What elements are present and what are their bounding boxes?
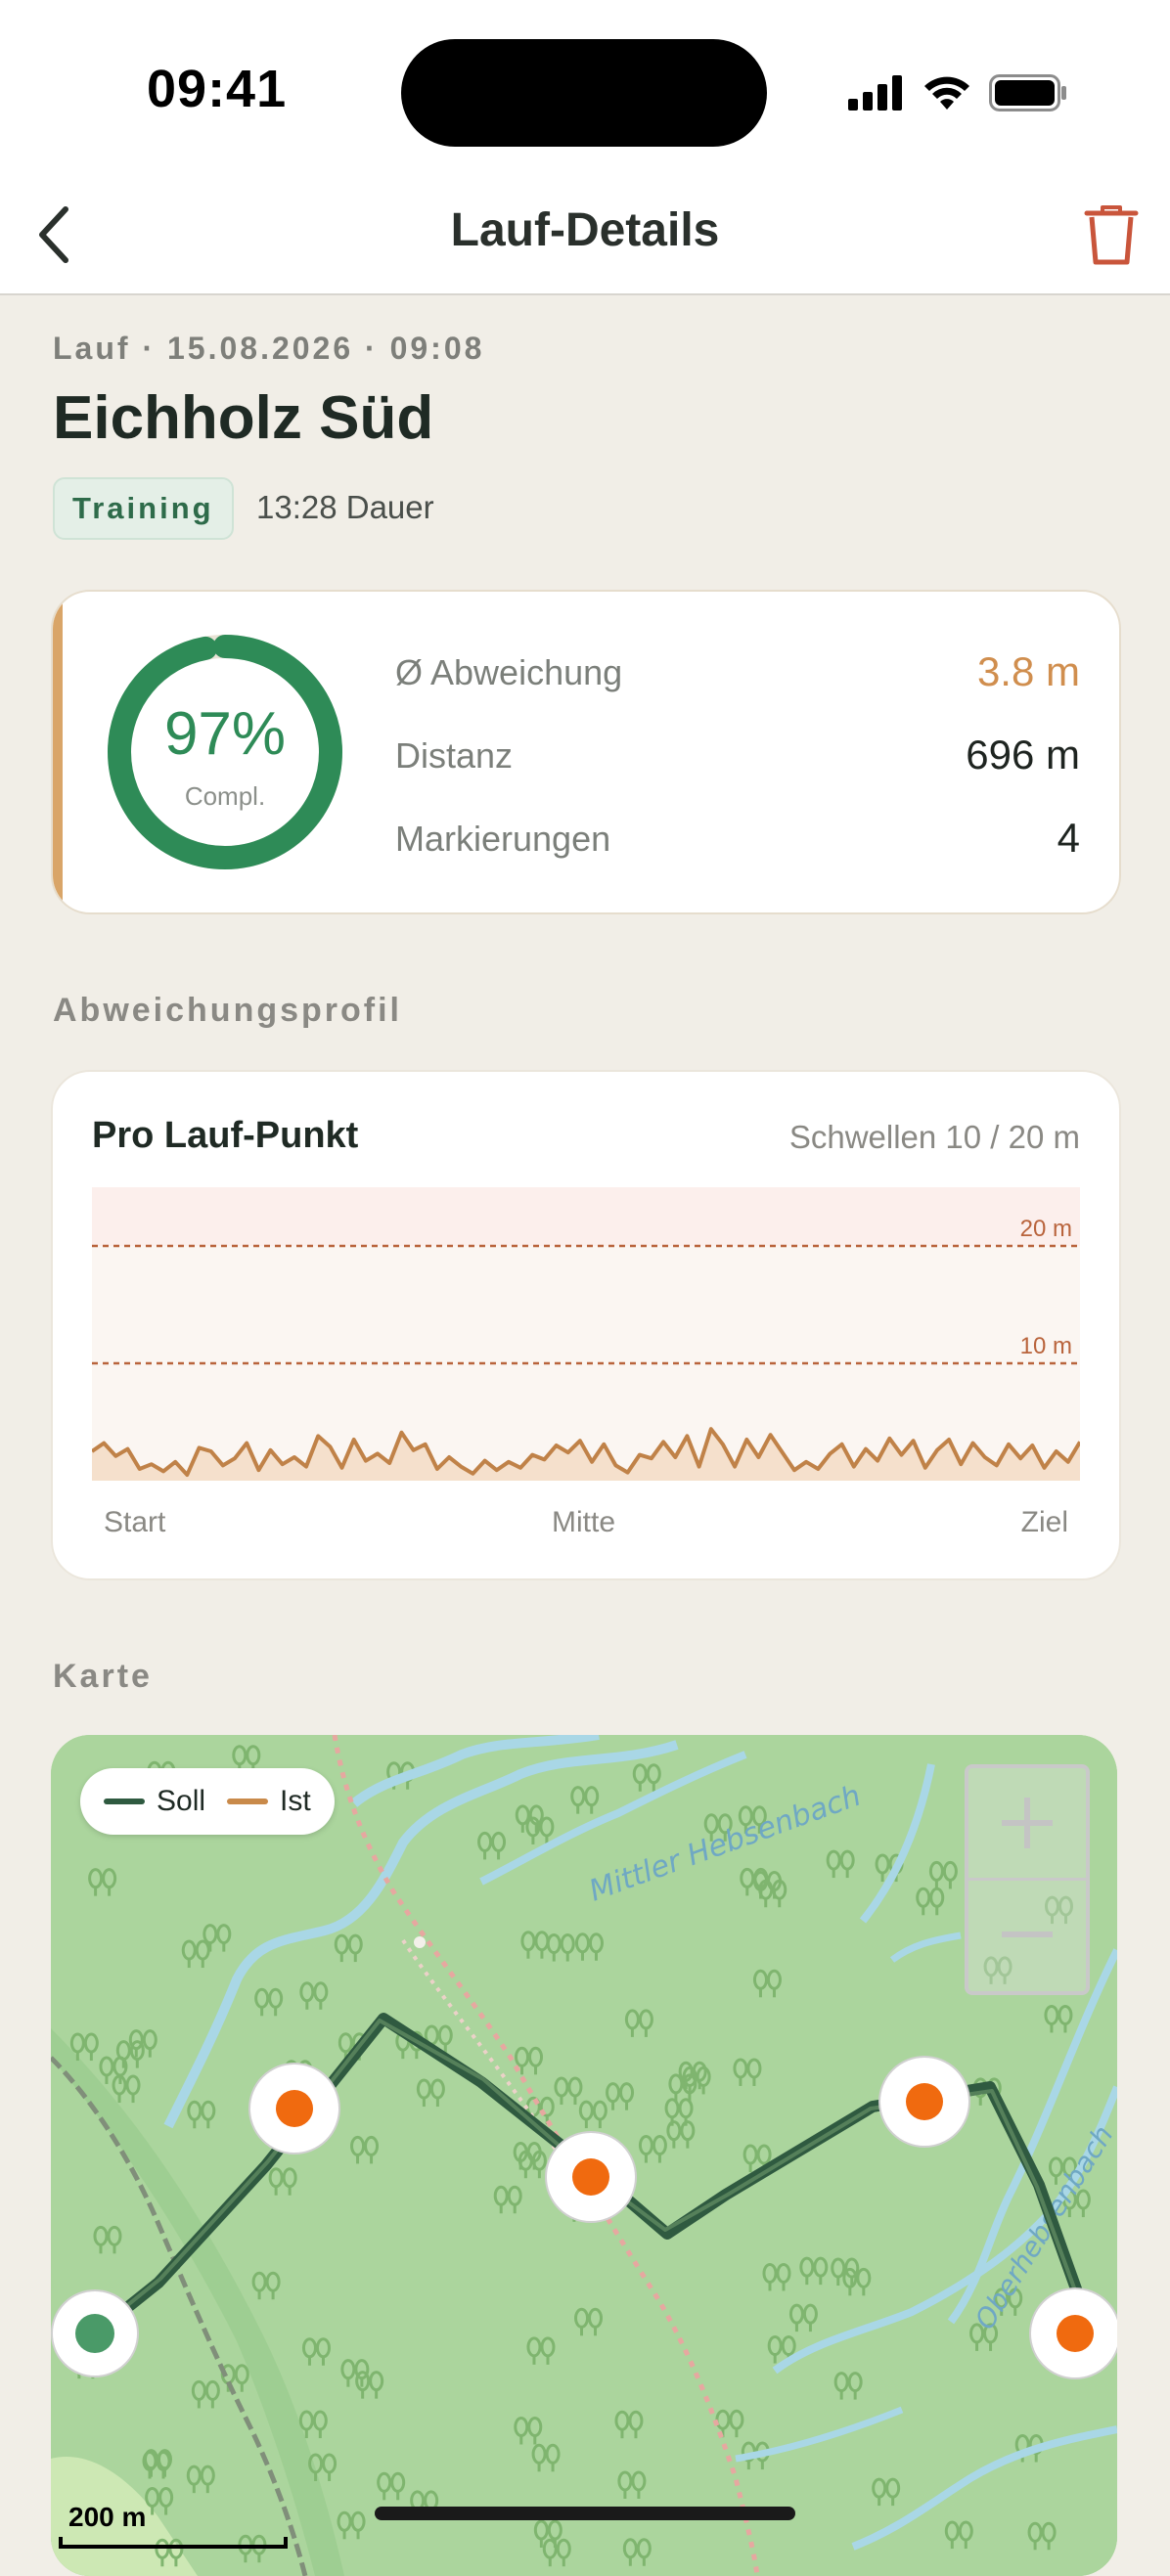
junction xyxy=(414,1936,426,1948)
map-scale-label: 200 m xyxy=(68,2502,147,2532)
run-type-badge: Training xyxy=(53,477,234,540)
map-canvas: Mittler Hebsenbach Oberhebsenbach xyxy=(51,1735,1117,2576)
trash-icon xyxy=(1084,205,1139,265)
delete-button[interactable] xyxy=(1072,196,1150,274)
summary-accent-bar xyxy=(53,592,63,912)
minus-icon xyxy=(1002,1932,1053,1937)
section-title-map: Karte xyxy=(53,1658,153,1695)
zoom-control xyxy=(965,1764,1090,1995)
navigation-bar: Lauf-Details xyxy=(0,176,1170,295)
completion-caption: Compl. xyxy=(184,781,266,811)
zoom-in-button[interactable] xyxy=(968,1768,1086,1881)
zoom-out-button[interactable] xyxy=(968,1880,1086,1989)
legend-label: Ist xyxy=(280,1785,311,1817)
deviation-chart: 20 m 10 m xyxy=(92,1187,1080,1481)
stat-value: 4 xyxy=(1057,815,1080,861)
danger-zone xyxy=(92,1187,1080,1246)
summary-card: 97% Compl. Ø Abweichung 3.8 m Distanz 69… xyxy=(51,590,1121,914)
profile-title: Pro Lauf-Punkt xyxy=(92,1115,359,1156)
legend-label: Soll xyxy=(157,1785,206,1817)
status-icons xyxy=(848,68,1067,117)
axis-label-mid: Mitte xyxy=(552,1506,616,1538)
stat-markers: Markierungen 4 xyxy=(395,811,1080,869)
deviation-profile-card: Pro Lauf-Punkt Schwellen 10 / 20 m 20 m … xyxy=(51,1070,1121,1580)
stat-label: Ø Abweichung xyxy=(395,652,623,692)
home-indicator xyxy=(375,2507,795,2520)
run-duration: 13:28 Dauer xyxy=(256,489,434,525)
cellular-signal-icon xyxy=(848,75,902,111)
plus-icon xyxy=(1002,1798,1053,1848)
stat-label: Markierungen xyxy=(395,819,611,859)
threshold-20-label: 20 m xyxy=(1020,1216,1072,1242)
route-map[interactable]: Mittler Hebsenbach Oberhebsenbach Soll I… xyxy=(51,1735,1117,2576)
section-title-profile: Abweichungsprofil xyxy=(53,992,402,1029)
legend-swatch-soll xyxy=(104,1799,145,1804)
stat-value: 696 m xyxy=(966,732,1080,777)
stat-label: Distanz xyxy=(395,735,514,776)
profile-thresholds: Schwellen 10 / 20 m xyxy=(788,1119,1080,1155)
page-title: Lauf-Details xyxy=(450,204,720,256)
stat-avg-deviation: Ø Abweichung 3.8 m xyxy=(395,644,1080,703)
start-marker[interactable] xyxy=(51,2289,139,2377)
threshold-10-label: 10 m xyxy=(1020,1333,1072,1359)
run-meta: Lauf · 15.08.2026 · 09:08 xyxy=(53,331,485,366)
status-bar: 09:41 xyxy=(0,0,1170,176)
completion-percent: 97% xyxy=(163,700,287,768)
wifi-icon xyxy=(924,76,969,110)
status-time: 09:41 xyxy=(147,60,288,118)
stat-value: 3.8 m xyxy=(976,648,1080,694)
checkpoint-marker[interactable] xyxy=(878,2056,970,2148)
stat-distance: Distanz 696 m xyxy=(395,728,1080,786)
legend-item-ist: Ist xyxy=(227,1785,311,1818)
battery-icon xyxy=(989,74,1066,111)
checkpoint-marker[interactable] xyxy=(545,2131,637,2223)
checkpoint-marker[interactable] xyxy=(248,2063,340,2154)
axis-label-start: Start xyxy=(104,1506,166,1538)
legend-item-soll: Soll xyxy=(104,1785,205,1818)
map-legend: Soll Ist xyxy=(80,1768,335,1835)
dynamic-island xyxy=(401,39,767,147)
legend-swatch-ist xyxy=(227,1799,269,1804)
run-title: Eichholz Süd xyxy=(53,384,434,452)
axis-label-end: Ziel xyxy=(1020,1506,1068,1538)
completion-gauge: 97% Compl. xyxy=(108,635,342,869)
checkpoint-marker[interactable] xyxy=(1029,2287,1117,2379)
